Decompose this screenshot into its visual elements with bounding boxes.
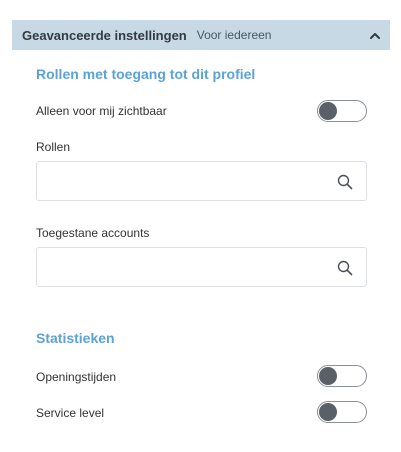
roles-label: Rollen	[36, 140, 71, 154]
service-level-toggle[interactable]	[317, 401, 367, 423]
header-subtitle: Voor iedereen	[196, 28, 272, 42]
roles-input[interactable]	[37, 162, 327, 200]
roles-search-field[interactable]	[36, 161, 367, 201]
roles-section-title: Rollen met toegang tot dit profiel	[36, 66, 256, 82]
header-title: Geavanceerde instellingen	[22, 27, 187, 43]
search-icon[interactable]	[337, 260, 353, 276]
advanced-settings-header[interactable]: Geavanceerde instellingen Voor iedereen	[12, 20, 390, 50]
statistics-section-title: Statistieken	[36, 330, 115, 346]
visible-only-me-label: Alleen voor mij zichtbaar	[36, 104, 167, 118]
visible-only-me-toggle[interactable]	[317, 100, 367, 122]
toggle-knob	[319, 403, 337, 421]
allowed-accounts-label: Toegestane accounts	[36, 226, 150, 240]
opening-hours-toggle[interactable]	[317, 365, 367, 387]
allowed-accounts-input[interactable]	[37, 248, 327, 286]
toggle-knob	[319, 102, 337, 120]
advanced-settings-panel: Geavanceerde instellingen Voor iedereen …	[0, 0, 401, 452]
opening-hours-label: Openingstijden	[36, 370, 117, 384]
chevron-up-icon[interactable]	[368, 29, 382, 43]
search-icon[interactable]	[337, 174, 353, 190]
allowed-accounts-search-field[interactable]	[36, 247, 367, 287]
toggle-knob	[319, 367, 337, 385]
service-level-label: Service level	[36, 406, 105, 420]
